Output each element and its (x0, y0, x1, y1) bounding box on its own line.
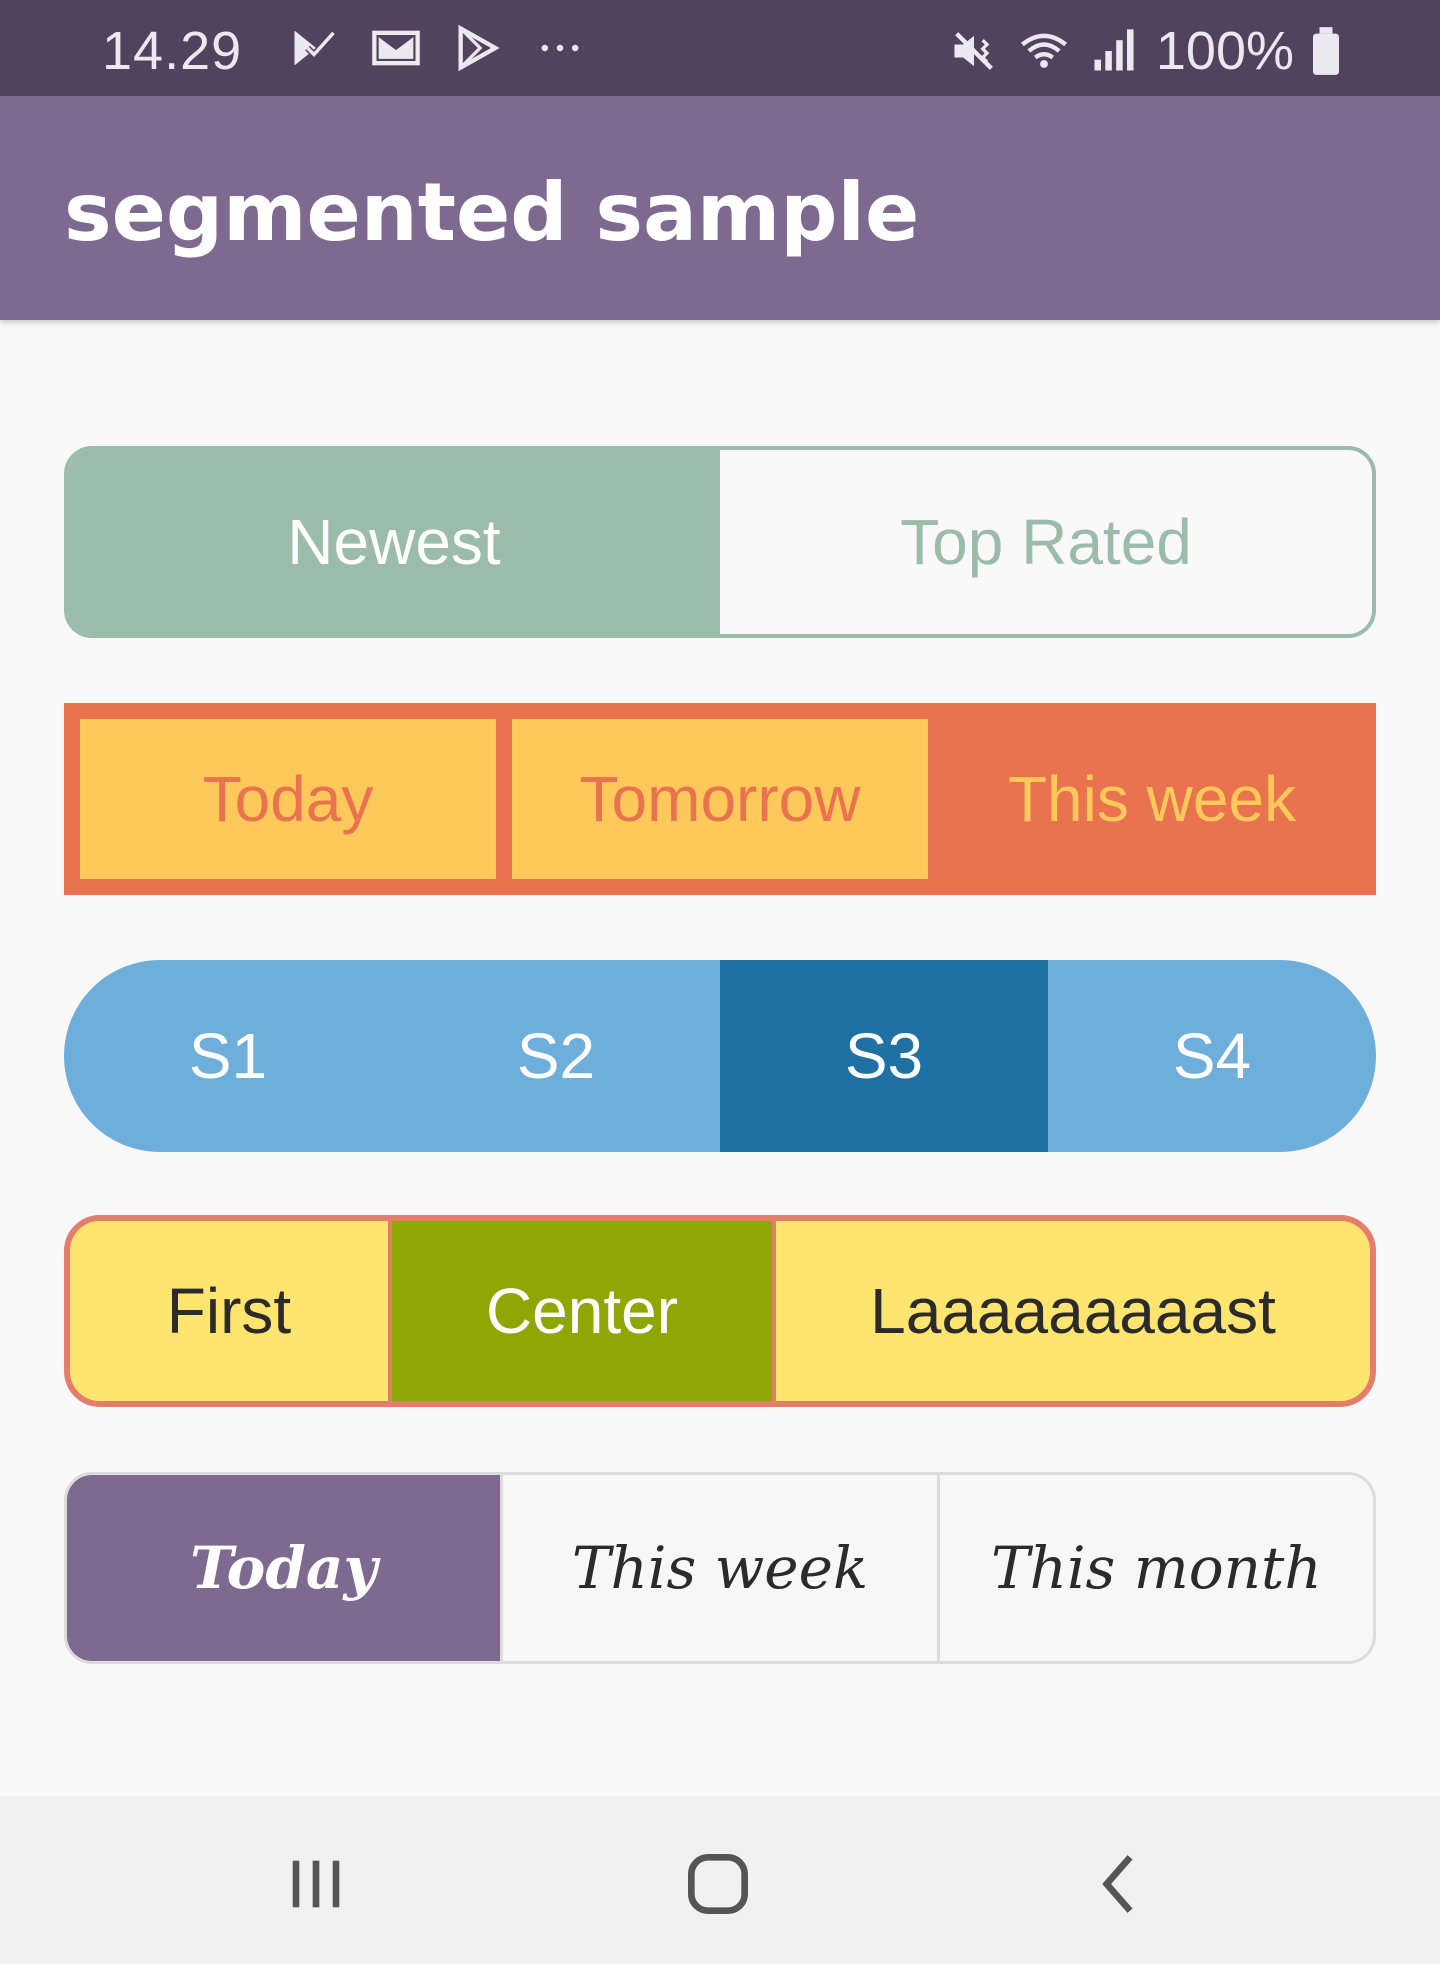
segment-s4[interactable]: S4 (1048, 960, 1376, 1152)
play-store-check-icon (286, 22, 342, 74)
segmented-control-s: S1 S2 S3 S4 (64, 960, 1376, 1152)
battery-icon (1308, 25, 1344, 77)
segmented-control-period: Today This week This month (64, 1472, 1376, 1664)
segmented-control-sort: Newest Top Rated (64, 446, 1376, 638)
segment-today[interactable]: Today (80, 719, 496, 879)
navigation-bar (0, 1796, 1440, 1964)
status-time: 14.29 (102, 21, 243, 81)
segment-newest[interactable]: Newest (68, 450, 720, 634)
segment-s3[interactable]: S3 (720, 960, 1048, 1152)
wifi-icon (1016, 25, 1072, 77)
segment-s1[interactable]: S1 (64, 960, 392, 1152)
battery-percent: 100% (1155, 21, 1294, 81)
status-icons-right: 100% (946, 20, 1344, 82)
app-bar: segmented sample (0, 96, 1440, 320)
segment-top-rated[interactable]: Top Rated (720, 450, 1372, 634)
more-dots-icon (532, 22, 588, 74)
back-icon[interactable] (1072, 1836, 1168, 1932)
home-icon[interactable] (670, 1836, 766, 1932)
segmented-control-day: Today Tomorrow This week (64, 703, 1376, 895)
status-icons-left (286, 22, 588, 74)
recent-apps-icon[interactable] (268, 1836, 364, 1932)
segment-last[interactable]: Laaaaaaaaast (772, 1221, 1370, 1401)
segment-tomorrow[interactable]: Tomorrow (512, 719, 928, 879)
segment-first[interactable]: First (70, 1221, 388, 1401)
segment-period-this-month[interactable]: This month (936, 1475, 1373, 1661)
segment-this-week[interactable]: This week (944, 719, 1360, 879)
segment-s2[interactable]: S2 (392, 960, 720, 1152)
status-bar: 14.29 100% (0, 0, 1440, 96)
segment-period-today[interactable]: Today (67, 1475, 501, 1661)
segmented-control-position: First Center Laaaaaaaaast (64, 1215, 1376, 1407)
play-icon (450, 22, 506, 74)
gmail-icon (368, 22, 424, 74)
segment-center[interactable]: Center (388, 1221, 772, 1401)
segment-period-this-week[interactable]: This week (500, 1475, 936, 1661)
signal-icon (1086, 25, 1142, 77)
mute-vibrate-icon (946, 25, 1002, 77)
app-title: segmented sample (64, 166, 920, 259)
